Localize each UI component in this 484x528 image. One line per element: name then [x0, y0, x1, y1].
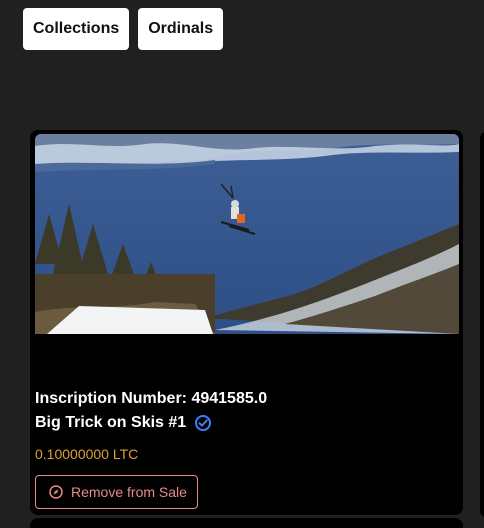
nft-image[interactable] [35, 134, 459, 334]
nft-card[interactable]: Inscription Number: 4941585.0 Big Trick … [30, 130, 463, 515]
card-info: Inscription Number: 4941585.0 Big Trick … [35, 388, 458, 462]
price-label: 0.10000000 LTC [35, 446, 139, 462]
collections-button[interactable]: Collections [23, 8, 130, 50]
next-row-card-edge [30, 518, 463, 528]
remove-from-sale-button[interactable]: Remove from Sale [35, 475, 198, 509]
verified-check-icon [194, 414, 212, 432]
ordinals-button[interactable]: Ordinals [138, 8, 224, 50]
nav-buttons: Collections Ordinals [23, 8, 224, 50]
title-row: Big Trick on Skis #1 [35, 412, 458, 434]
ski-jump-photo [35, 134, 459, 334]
next-card-edge [480, 132, 484, 517]
remove-from-sale-label: Remove from Sale [71, 484, 187, 500]
nft-title: Big Trick on Skis #1 [35, 414, 187, 431]
inscription-number: Inscription Number: 4941585.0 [35, 390, 268, 407]
compass-icon [49, 485, 63, 499]
